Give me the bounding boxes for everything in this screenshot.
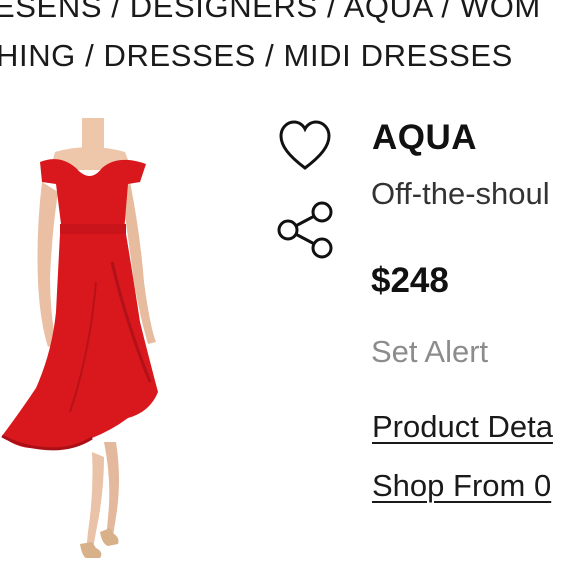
heart-icon[interactable] — [277, 118, 333, 174]
breadcrumb: ESENS / DESIGNERS / AQUA / WOM HING / DR… — [0, 0, 580, 90]
breadcrumb-line-2[interactable]: HING / DRESSES / MIDI DRESSES — [0, 40, 513, 71]
share-icon[interactable] — [274, 198, 338, 262]
product-price: $248 — [371, 261, 449, 300]
product-title: Off-the-shoul — [371, 176, 550, 211]
product-image[interactable] — [0, 112, 176, 574]
shop-from-link[interactable]: Shop From 0 — [372, 468, 551, 504]
brand-name[interactable]: AQUA — [372, 118, 477, 158]
breadcrumb-line-1[interactable]: ESENS / DESIGNERS / AQUA / WOM — [0, 0, 541, 22]
product-page: ESENS / DESIGNERS / AQUA / WOM HING / DR… — [0, 0, 580, 580]
set-alert-button[interactable]: Set Alert — [371, 334, 488, 370]
product-details-link[interactable]: Product Deta — [372, 409, 553, 445]
